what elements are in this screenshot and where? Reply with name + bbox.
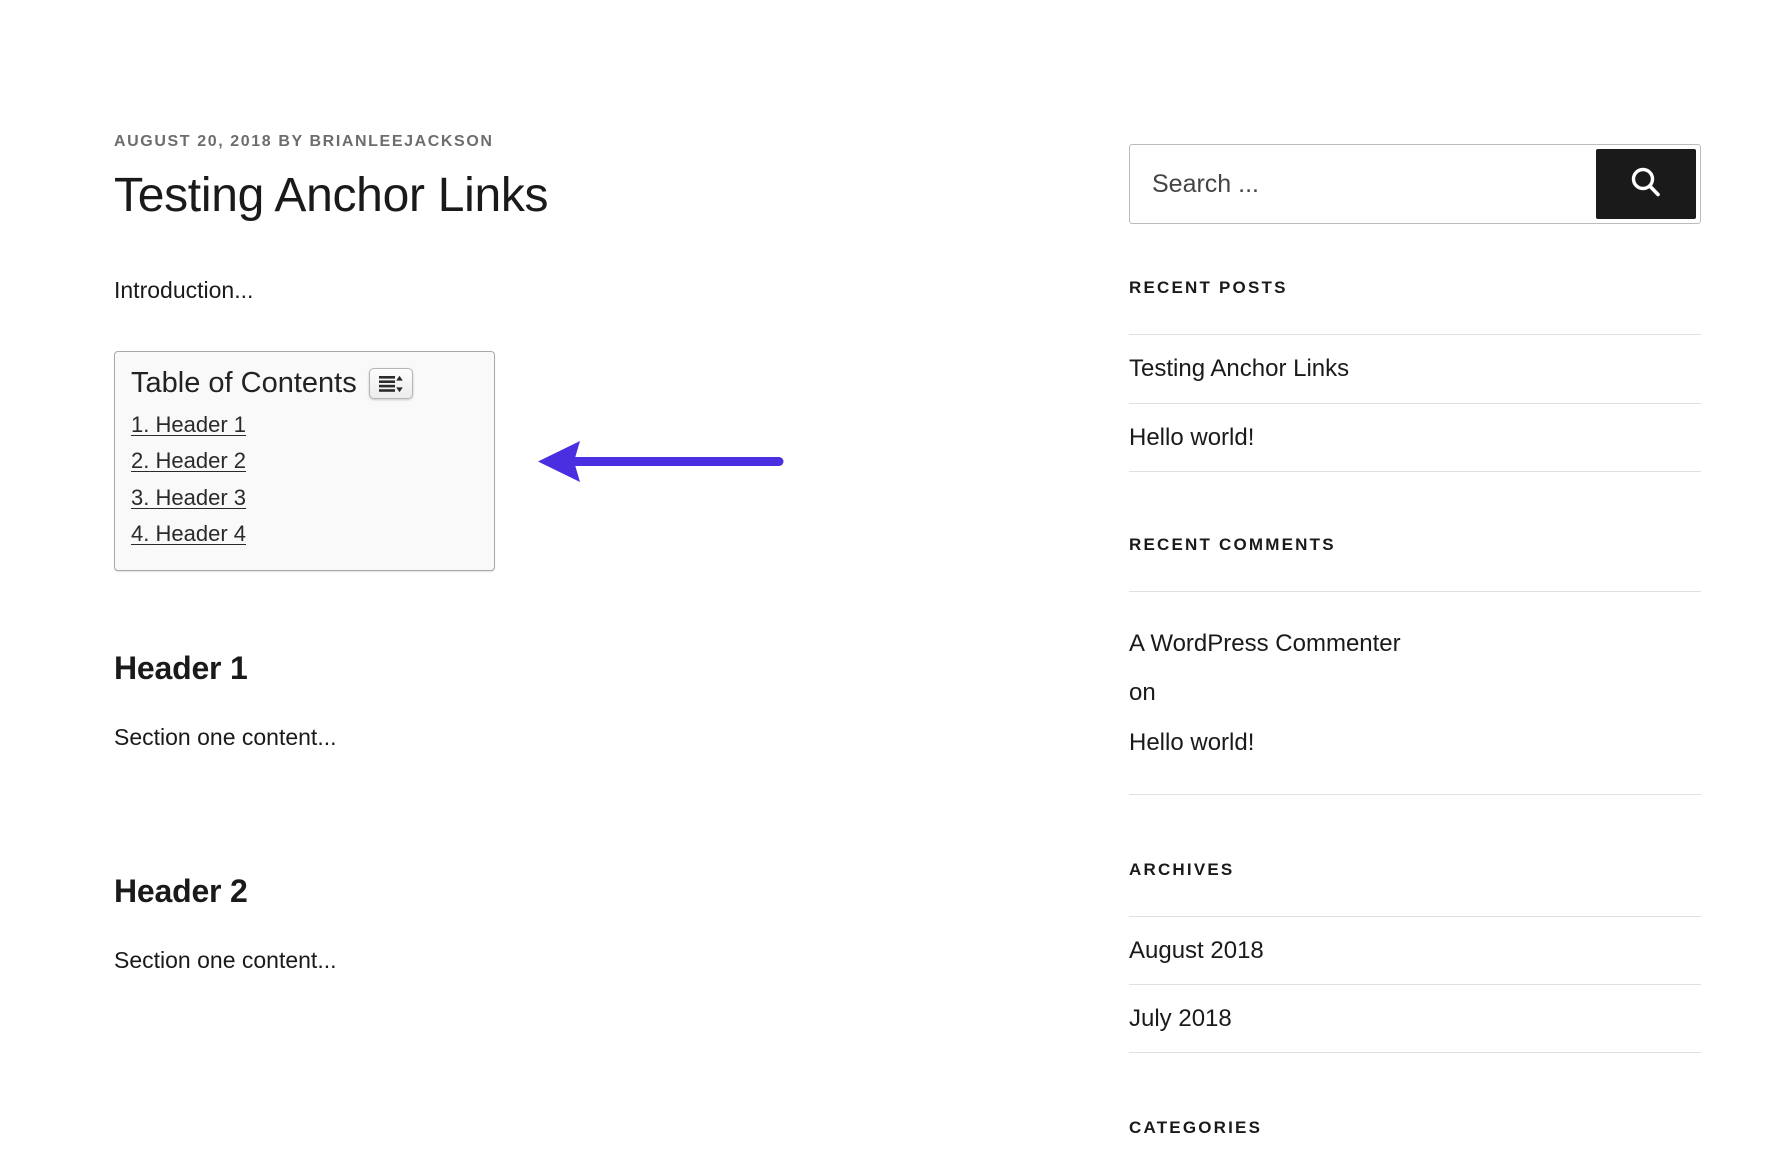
comment-author-link[interactable]: A WordPress Commenter xyxy=(1129,610,1701,677)
toc-title: Table of Contents xyxy=(131,366,357,401)
section-paragraph-2: Section one content... xyxy=(114,943,1014,978)
toc-link-header-2[interactable]: 2. Header 2 xyxy=(131,448,246,473)
toc-toggle-icon xyxy=(378,375,404,393)
section-heading-2: Header 2 xyxy=(114,872,1014,910)
sidebar: RECENT POSTS Testing Anchor Links Hello … xyxy=(1129,0,1701,1153)
toc-item-label: Header 4 xyxy=(155,521,246,546)
comment-entry: A WordPress Commenter on Hello world! xyxy=(1129,592,1701,794)
toc-list: 1. Header 1 2. Header 2 3. Header 3 4. H… xyxy=(131,407,478,552)
toc-item-number: 2. xyxy=(131,448,149,473)
list-item: A WordPress Commenter on Hello world! xyxy=(1129,591,1701,795)
intro-paragraph: Introduction... xyxy=(114,273,1014,308)
toc-item: 4. Header 4 xyxy=(131,516,478,552)
section-heading-1: Header 1 xyxy=(114,649,1014,687)
archives-list: August 2018 July 2018 xyxy=(1129,916,1701,1053)
toc-toggle-button[interactable] xyxy=(369,368,413,399)
search-icon xyxy=(1627,164,1665,205)
page-title: Testing Anchor Links xyxy=(114,167,1014,225)
archive-link[interactable]: July 2018 xyxy=(1129,985,1701,1052)
table-of-contents-box: Table of Contents xyxy=(114,351,495,571)
toc-link-header-1[interactable]: 1. Header 1 xyxy=(131,412,246,437)
list-item: August 2018 xyxy=(1129,916,1701,984)
archive-link[interactable]: August 2018 xyxy=(1129,917,1701,984)
widget-title-recent-comments: RECENT COMMENTS xyxy=(1129,535,1701,555)
widget-title-archives: ARCHIVES xyxy=(1129,860,1701,880)
page-root: AUGUST 20, 2018 BY BRIANLEEJACKSON Testi… xyxy=(0,0,1791,1083)
toc-item-label: Header 3 xyxy=(155,485,246,510)
toc-link-header-3[interactable]: 3. Header 3 xyxy=(131,485,246,510)
search-input[interactable] xyxy=(1130,145,1596,223)
entry-meta: AUGUST 20, 2018 BY BRIANLEEJACKSON xyxy=(114,132,1014,151)
recent-posts-list: Testing Anchor Links Hello world! xyxy=(1129,334,1701,471)
toc-item-label: Header 1 xyxy=(155,412,246,437)
comment-post-link[interactable]: Hello world! xyxy=(1129,709,1701,776)
widget-recent-posts: RECENT POSTS Testing Anchor Links Hello … xyxy=(1129,278,1701,472)
search-form xyxy=(1129,144,1701,224)
widget-recent-comments: RECENT COMMENTS A WordPress Commenter on… xyxy=(1129,535,1701,795)
article-column: AUGUST 20, 2018 BY BRIANLEEJACKSON Testi… xyxy=(114,0,1014,977)
recent-post-link[interactable]: Testing Anchor Links xyxy=(1129,335,1701,402)
toc-item: 3. Header 3 xyxy=(131,480,478,516)
recent-comments-list: A WordPress Commenter on Hello world! xyxy=(1129,591,1701,795)
toc-header: Table of Contents xyxy=(131,366,478,401)
list-item: Testing Anchor Links xyxy=(1129,334,1701,402)
section-paragraph-1: Section one content... xyxy=(114,720,1014,755)
toc-item-number: 4. xyxy=(131,521,149,546)
widget-archives: ARCHIVES August 2018 July 2018 xyxy=(1129,860,1701,1054)
toc-item: 1. Header 1 xyxy=(131,407,478,443)
comment-connector: on xyxy=(1129,679,1156,706)
list-item: July 2018 xyxy=(1129,984,1701,1053)
widget-categories: CATEGORIES xyxy=(1129,1118,1701,1138)
widget-title-recent-posts: RECENT POSTS xyxy=(1129,278,1701,298)
toc-link-header-4[interactable]: 4. Header 4 xyxy=(131,521,246,546)
toc-item-number: 3. xyxy=(131,485,149,510)
toc-item-label: Header 2 xyxy=(155,448,246,473)
recent-post-link[interactable]: Hello world! xyxy=(1129,404,1701,471)
widget-title-categories: CATEGORIES xyxy=(1129,1118,1701,1138)
toc-item: 2. Header 2 xyxy=(131,443,478,479)
list-item: Hello world! xyxy=(1129,403,1701,472)
toc-item-number: 1. xyxy=(131,412,149,437)
search-submit-button[interactable] xyxy=(1596,149,1696,219)
